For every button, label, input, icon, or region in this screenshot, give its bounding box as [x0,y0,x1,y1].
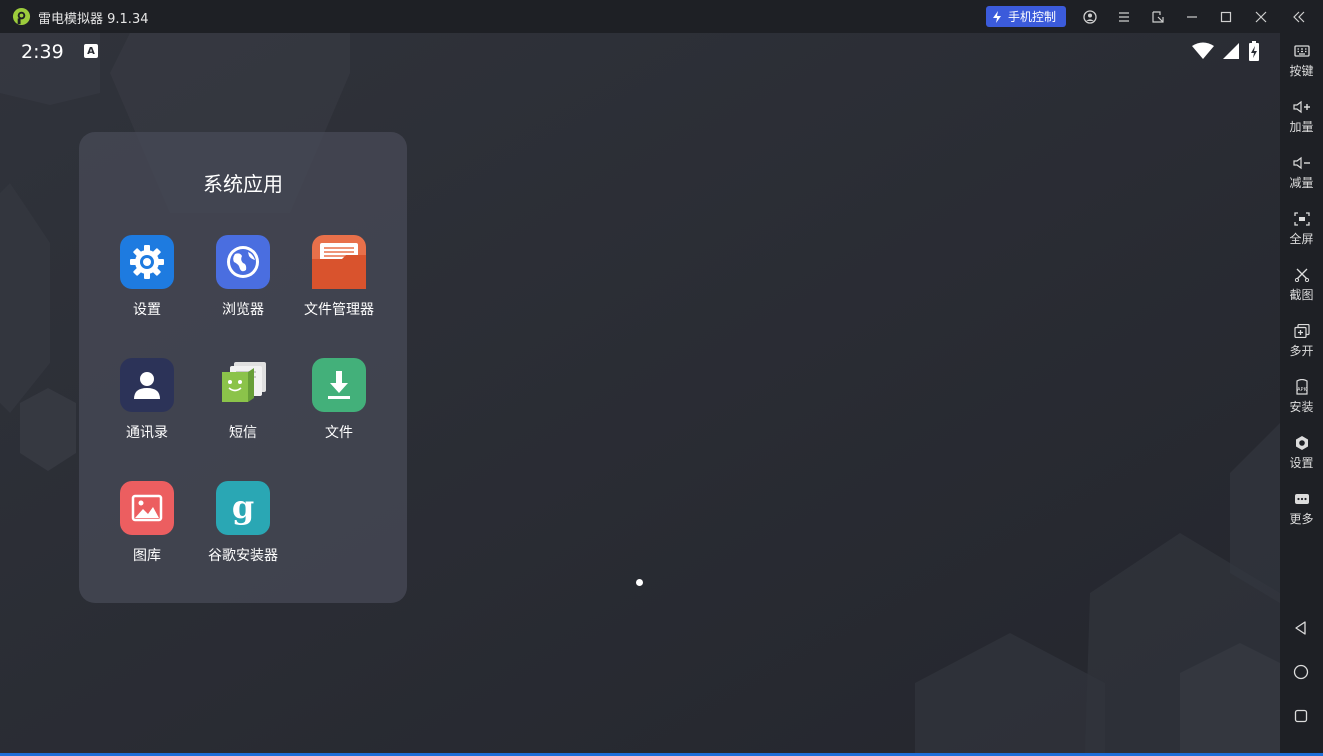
sidebar-item-label: 加量 [1289,120,1314,134]
app-sms[interactable]: 短信 [195,358,291,442]
app-label: 文件管理器 [304,302,374,318]
apk-install-icon: APK [1295,379,1308,395]
sidebar-item-label: 多开 [1289,344,1314,358]
file-manager-folder-icon [312,235,366,289]
user-circle-icon [1083,10,1097,24]
app-google-installer[interactable]: g 谷歌安装器 [195,481,291,565]
home-circle-icon [1293,664,1309,680]
folder-title: 系统应用 [203,172,283,196]
app-label: 图库 [133,548,161,564]
settings-icon [1295,436,1308,450]
app-label: 文件 [325,425,353,441]
sidebar-item-screenshot[interactable]: 截图 [1280,266,1323,303]
collapse-sidebar-button[interactable] [1288,6,1310,28]
gallery-picture-icon [120,481,174,535]
sidebar-item-volume-up[interactable]: 加量 [1280,98,1323,135]
app-label: 设置 [133,302,161,318]
close-icon [1255,11,1267,23]
cell-signal-icon [1223,43,1239,59]
sidebar-item-label: 更多 [1289,512,1314,526]
sidebar-item-volume-down[interactable]: 减量 [1280,154,1323,191]
android-screen[interactable]: 2:39 A 系统应用 设置 浏览器 文件管理器 通讯录 短信 文件 图库 g … [0,33,1280,753]
right-toolbar: 按键 加量 减量 全屏 截图 多开 APK 安装 设置 更多 [1280,33,1323,753]
window-title: 雷电模拟器 9.1.34 [38,12,149,27]
volume-up-icon [1292,100,1310,114]
app-contacts[interactable]: 通讯录 [99,358,195,442]
scissors-icon [1294,268,1309,282]
sidebar-item-more[interactable]: 更多 [1280,490,1323,527]
recents-square-icon [1294,709,1308,723]
app-settings[interactable]: 设置 [99,235,195,319]
menu-button[interactable] [1113,6,1135,28]
app-label: 浏览器 [222,302,264,318]
maximize-button[interactable] [1215,6,1237,28]
back-triangle-icon [1295,621,1306,635]
sidebar-item-install[interactable]: APK 安装 [1280,378,1323,415]
title-bar: 雷电模拟器 9.1.34 手机控制 [0,0,1323,33]
google-installer-g-icon: g [216,481,270,535]
settings-gear-icon [120,235,174,289]
download-file-icon [312,358,366,412]
more-icon [1294,494,1309,504]
sidebar-item-fullscreen[interactable]: 全屏 [1280,210,1323,247]
battery-charging-icon [1249,41,1259,61]
status-time: 2:39 [21,41,64,63]
double-chevron-left-icon [1293,11,1305,23]
sidebar-item-label: 设置 [1289,456,1314,470]
app-label: 谷歌安装器 [208,548,278,564]
svg-text:APK: APK [1297,387,1307,393]
hamburger-icon [1119,12,1129,22]
maximize-icon [1220,11,1232,23]
status-icons [1192,41,1260,61]
app-file-manager[interactable]: 文件管理器 [291,235,387,319]
minimize-icon [1187,16,1197,18]
close-button[interactable] [1250,6,1272,28]
popout-icon [1152,11,1164,23]
popout-button[interactable] [1147,6,1169,28]
nav-recents-button[interactable] [1291,706,1311,726]
app-files[interactable]: 文件 [291,358,387,442]
page-indicator-dot [636,579,643,586]
lightning-icon [993,10,1001,23]
app-label: 通讯录 [126,425,168,441]
phone-control-label: 手机控制 [1008,10,1057,24]
sidebar-item-keymap[interactable]: 按键 [1280,42,1323,79]
sidebar-item-label: 按键 [1289,64,1314,78]
app-label: 短信 [229,425,257,441]
sidebar-item-label: 全屏 [1289,232,1314,246]
browser-globe-icon [216,235,270,289]
app-gallery[interactable]: 图库 [99,481,195,565]
minimize-button[interactable] [1181,6,1203,28]
keyboard-indicator-icon: A [84,44,98,58]
system-apps-folder: 系统应用 设置 浏览器 文件管理器 通讯录 短信 文件 图库 g 谷歌安装器 [79,132,407,603]
svg-text:g: g [232,488,254,526]
keyboard-icon [1293,45,1310,57]
wifi-icon [1192,42,1214,59]
phone-control-button[interactable]: 手机控制 [986,6,1066,27]
fullscreen-icon [1293,212,1310,226]
sidebar-item-label: 减量 [1289,176,1314,190]
contacts-person-icon [120,358,174,412]
nav-back-button[interactable] [1291,618,1311,638]
sms-android-icon [216,358,270,412]
app-browser[interactable]: 浏览器 [195,235,291,319]
sidebar-item-multi-instance[interactable]: 多开 [1280,322,1323,359]
sidebar-item-settings[interactable]: 设置 [1280,434,1323,471]
multi-instance-icon [1293,324,1310,338]
volume-down-icon [1292,156,1310,170]
sidebar-item-label: 安装 [1289,400,1314,414]
sidebar-item-label: 截图 [1289,288,1314,302]
app-logo-icon [12,7,31,26]
nav-home-button[interactable] [1291,662,1311,682]
account-button[interactable] [1079,6,1101,28]
